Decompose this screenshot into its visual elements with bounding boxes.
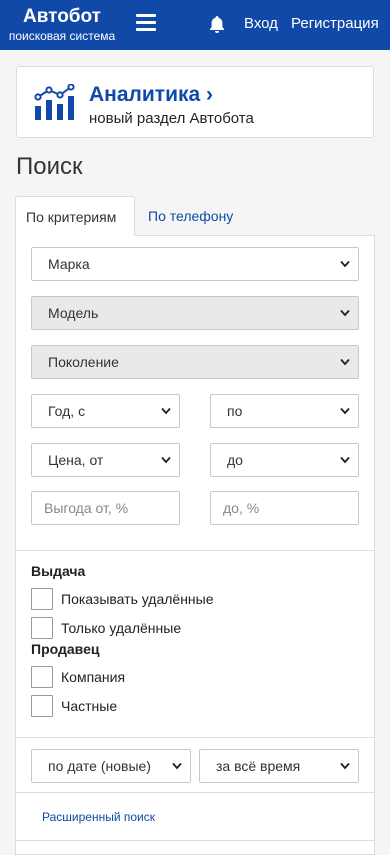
checkbox-box[interactable]	[31, 695, 53, 717]
year-to-value: по	[227, 403, 243, 419]
brand-select-value: Марка	[48, 256, 90, 272]
analytics-subtitle: новый раздел Автобота	[89, 110, 254, 127]
bell-icon[interactable]	[207, 14, 227, 34]
price-to-value: до	[227, 452, 243, 468]
show-deleted-checkbox[interactable]: Показывать удалённые	[31, 588, 214, 610]
register-link[interactable]: Регистрация	[291, 15, 379, 32]
top-navbar: Автобот поисковая система Вход Регистрац…	[0, 0, 390, 50]
page-title: Поиск	[16, 153, 83, 180]
year-from-value: Год, с	[48, 403, 86, 419]
chevron-down-icon	[340, 456, 350, 464]
sort-select-value: по дате (новые)	[48, 758, 151, 774]
chevron-down-icon	[172, 762, 182, 770]
private-label[interactable]: Частные	[61, 698, 117, 714]
chevron-down-icon	[161, 456, 171, 464]
analytics-chart-icon	[34, 84, 75, 120]
company-checkbox[interactable]: Компания	[31, 666, 125, 688]
analytics-title[interactable]: Аналитика ›	[89, 83, 213, 107]
year-to-select[interactable]: по	[210, 394, 359, 428]
section-divider	[15, 737, 375, 738]
chevron-down-icon	[340, 762, 350, 770]
only-deleted-label[interactable]: Только удалённые	[61, 620, 181, 636]
checkbox-box[interactable]	[31, 666, 53, 688]
section-divider	[15, 840, 375, 841]
analytics-banner[interactable]: Аналитика › новый раздел Автобота	[16, 66, 374, 138]
section-divider	[15, 792, 375, 793]
output-heading: Выдача	[31, 563, 86, 579]
company-label[interactable]: Компания	[61, 669, 125, 685]
price-to-select[interactable]: до	[210, 443, 359, 477]
chevron-down-icon	[340, 358, 350, 366]
advanced-search-link[interactable]: Расширенный поиск	[42, 810, 155, 824]
price-from-select[interactable]: Цена, от	[31, 443, 180, 477]
login-link[interactable]: Вход	[244, 15, 278, 32]
private-checkbox[interactable]: Частные	[31, 695, 117, 717]
section-divider	[15, 550, 375, 551]
model-select-value: Модель	[48, 305, 99, 321]
site-logo[interactable]: Автобот поисковая система	[8, 6, 116, 43]
year-from-select[interactable]: Год, с	[31, 394, 180, 428]
generation-select-value: Поколение	[48, 354, 119, 370]
sort-select[interactable]: по дате (новые)	[31, 749, 191, 783]
benefit-from-input[interactable]	[31, 491, 180, 525]
benefit-to-input[interactable]	[210, 491, 359, 525]
logo-subtitle: поисковая система	[8, 29, 116, 43]
model-select[interactable]: Модель	[31, 296, 359, 330]
chevron-down-icon	[340, 407, 350, 415]
hamburger-menu-icon[interactable]	[136, 14, 156, 32]
chevron-down-icon	[161, 407, 171, 415]
logo-title: Автобот	[23, 6, 101, 27]
chevron-down-icon	[340, 260, 350, 268]
only-deleted-checkbox[interactable]: Только удалённые	[31, 617, 181, 639]
chevron-down-icon	[340, 309, 350, 317]
tab-by-criteria[interactable]: По критериям	[15, 196, 135, 236]
brand-select[interactable]: Марка	[31, 247, 359, 281]
seller-heading: Продавец	[31, 641, 100, 657]
checkbox-box[interactable]	[31, 588, 53, 610]
checkbox-box[interactable]	[31, 617, 53, 639]
tab-by-phone[interactable]: По телефону	[138, 196, 243, 236]
period-select[interactable]: за всё время	[199, 749, 359, 783]
show-deleted-label[interactable]: Показывать удалённые	[61, 591, 214, 607]
generation-select[interactable]: Поколение	[31, 345, 359, 379]
price-from-value: Цена, от	[48, 452, 104, 468]
period-select-value: за всё время	[216, 758, 301, 774]
